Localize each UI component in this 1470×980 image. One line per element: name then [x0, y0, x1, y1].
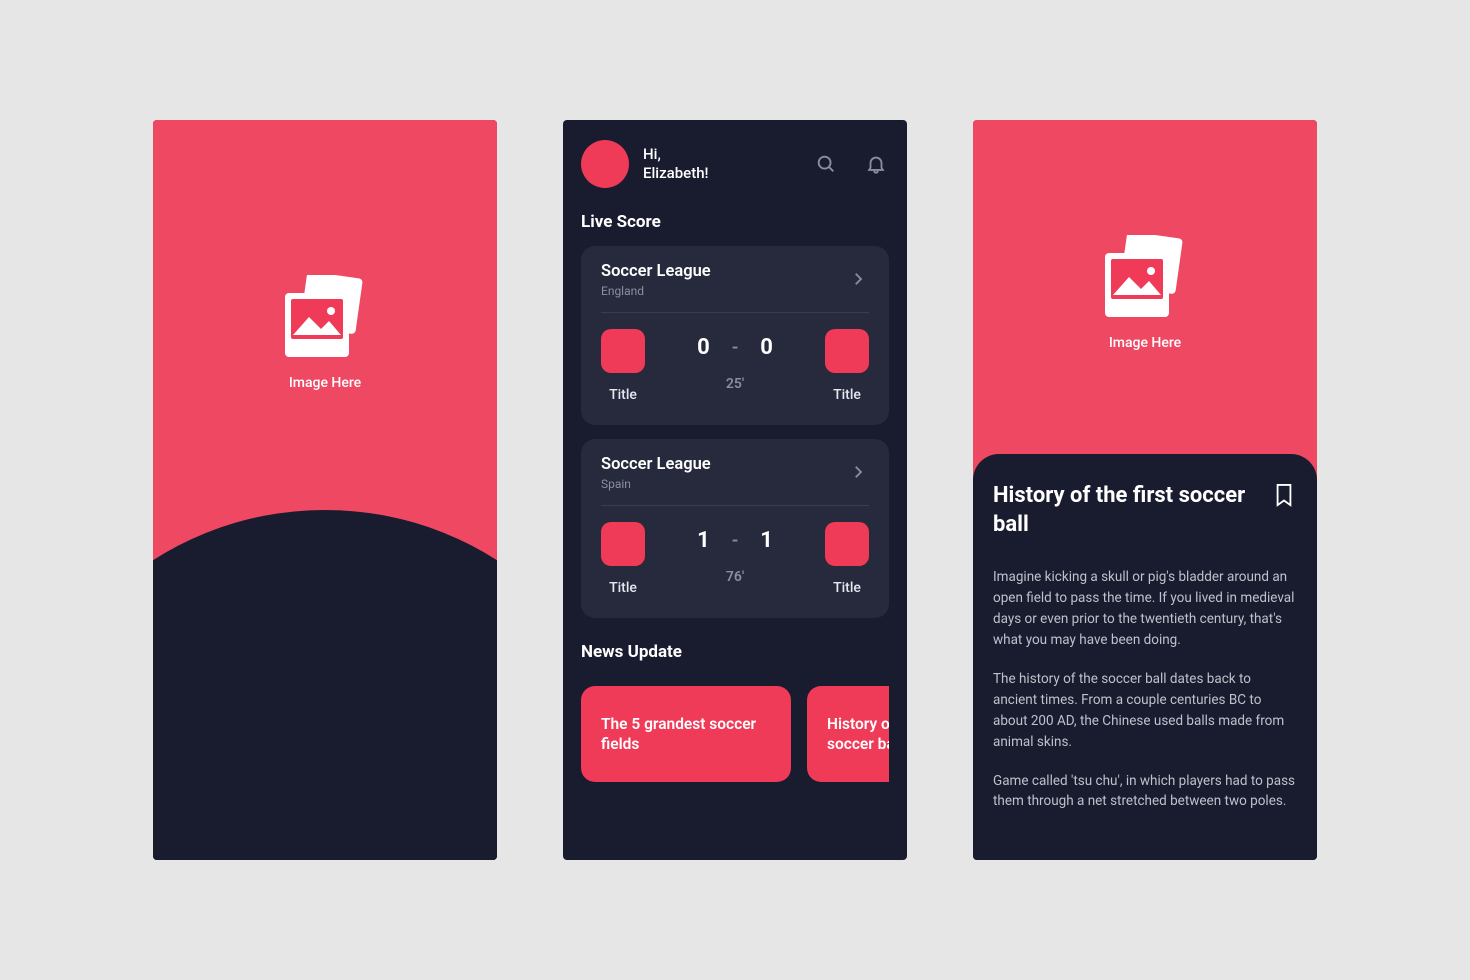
- article-body-panel: History of the first soccer ball Imagine…: [973, 454, 1317, 860]
- image-placeholder-caption: Image Here: [1109, 335, 1181, 351]
- home-team-badge: [601, 329, 645, 373]
- avatar[interactable]: [581, 140, 629, 188]
- bookmark-icon[interactable]: [1273, 482, 1297, 506]
- onboarding-hero: Image Here: [153, 120, 497, 600]
- home-team-name: Title: [609, 580, 637, 596]
- match-country: England: [601, 284, 849, 298]
- home-team-badge: [601, 522, 645, 566]
- away-team-name: Title: [833, 580, 861, 596]
- news-update-heading: News Update: [581, 642, 889, 662]
- onboarding-screen: Image Here Live Score and Football News …: [153, 120, 497, 860]
- away-score: 1: [760, 528, 773, 553]
- home-score: 0: [697, 335, 710, 360]
- match-card[interactable]: Soccer League Spain Title 1 - 1: [581, 439, 889, 618]
- news-list: The 5 grandest soccer fields History of …: [581, 686, 889, 782]
- search-icon[interactable]: [813, 151, 839, 177]
- away-score: 0: [760, 335, 773, 360]
- news-card[interactable]: The 5 grandest soccer fields: [581, 686, 791, 782]
- article-hero: Image Here: [973, 120, 1317, 480]
- news-card[interactable]: History of the first soccer ball: [807, 686, 889, 782]
- chevron-right-icon: [849, 270, 869, 290]
- news-card-title: History of the first soccer ball: [827, 714, 889, 754]
- image-placeholder: Image Here: [1095, 235, 1195, 480]
- article-paragraph: Imagine kicking a skull or pig's bladder…: [993, 567, 1297, 651]
- news-card-title: The 5 grandest soccer fields: [601, 714, 771, 754]
- home-header: Hi, Elizabeth!: [581, 140, 889, 188]
- home-screen: Hi, Elizabeth! Live Score Soccer League …: [563, 120, 907, 860]
- home-score: 1: [697, 528, 710, 553]
- greeting-line-1: Hi,: [643, 145, 661, 163]
- away-team-name: Title: [833, 387, 861, 403]
- match-minute: 76': [726, 569, 744, 585]
- match-league: Soccer League: [601, 455, 849, 474]
- score-separator: -: [732, 530, 739, 551]
- article-body: Imagine kicking a skull or pig's bladder…: [993, 567, 1297, 812]
- away-team-badge: [825, 522, 869, 566]
- away-team-badge: [825, 329, 869, 373]
- greeting-line-2: Elizabeth!: [643, 164, 709, 182]
- score-separator: -: [732, 337, 739, 358]
- article-screen: Image Here History of the first soccer b…: [973, 120, 1317, 860]
- image-placeholder: Image Here: [275, 275, 375, 600]
- article-paragraph: The history of the soccer ball dates bac…: [993, 669, 1297, 753]
- match-country: Spain: [601, 477, 849, 491]
- chevron-right-icon: [849, 463, 869, 483]
- greeting: Hi, Elizabeth!: [643, 145, 709, 183]
- bell-icon[interactable]: [863, 151, 889, 177]
- article-title: History of the first soccer ball: [993, 482, 1259, 539]
- match-league: Soccer League: [601, 262, 849, 281]
- article-paragraph: Game called 'tsu chu', in which players …: [993, 771, 1297, 813]
- live-score-heading: Live Score: [581, 212, 889, 232]
- match-minute: 25': [726, 376, 744, 392]
- match-card[interactable]: Soccer League England Title 0 - 0: [581, 246, 889, 425]
- home-team-name: Title: [609, 387, 637, 403]
- image-placeholder-caption: Image Here: [289, 375, 361, 391]
